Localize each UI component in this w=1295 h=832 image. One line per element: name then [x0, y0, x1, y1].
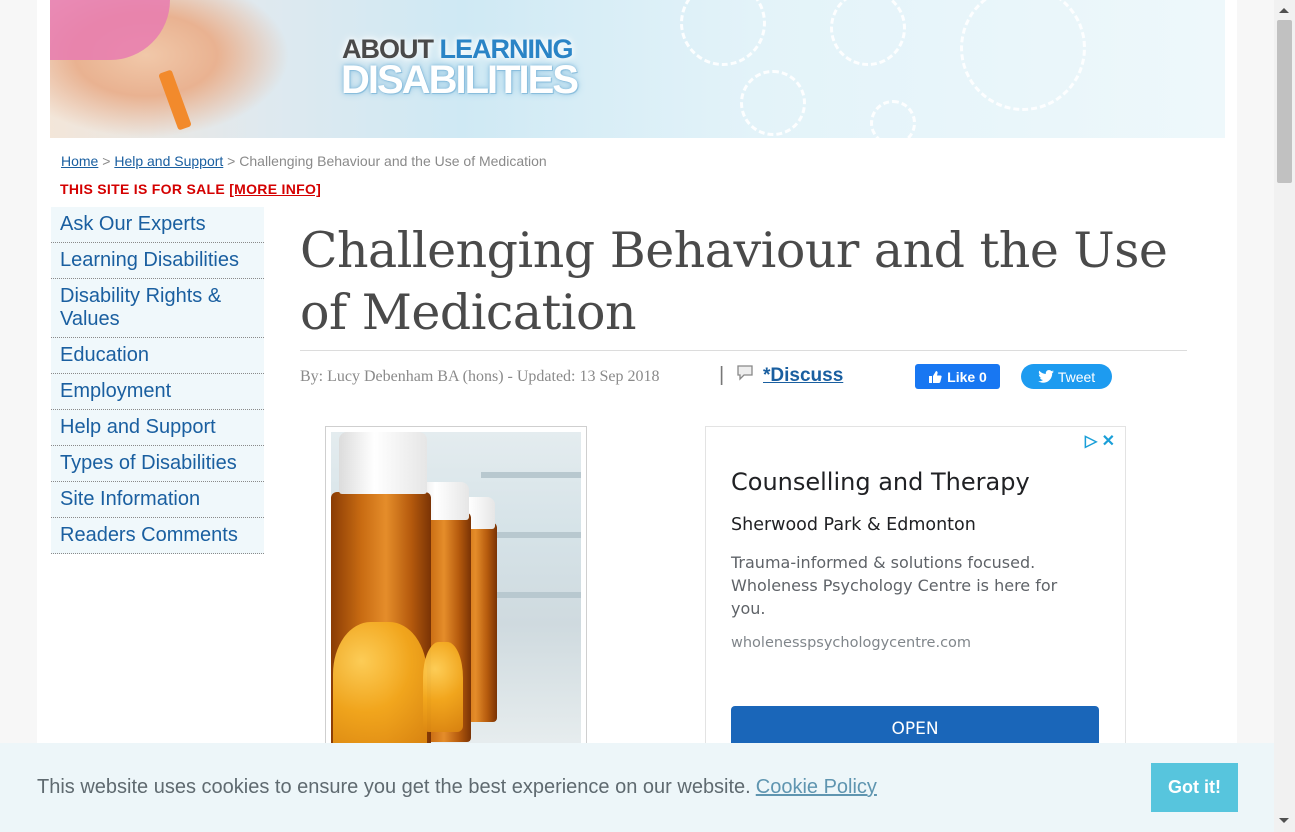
sun-decoration-icon: [740, 70, 806, 136]
site-banner[interactable]: ABOUT LEARNING DISABILITIES: [50, 0, 1225, 138]
left-gutter: [0, 0, 37, 832]
pills-image: [423, 642, 463, 732]
ad-location: Sherwood Park & Edmonton: [731, 515, 976, 535]
ad-title[interactable]: Counselling and Therapy: [731, 468, 1030, 496]
sun-decoration-icon: [680, 0, 766, 66]
byline-separator: |: [719, 364, 725, 386]
sidebar-item-types-of-disabilities[interactable]: Types of Disabilities: [51, 446, 264, 482]
breadcrumb-help-link[interactable]: Help and Support: [114, 153, 223, 169]
shelf-decoration: [481, 472, 581, 478]
sidebar-item-readers-comments[interactable]: Readers Comments: [51, 518, 264, 554]
cookie-policy-link[interactable]: Cookie Policy: [756, 776, 877, 798]
right-gutter: [1237, 0, 1274, 832]
more-info-link[interactable]: [MORE INFO]: [229, 181, 321, 197]
sun-decoration-icon: [960, 0, 1086, 111]
title-divider: [300, 350, 1187, 351]
breadcrumb-current: Challenging Behaviour and the Use of Med…: [239, 153, 547, 169]
scroll-down-icon[interactable]: [1279, 818, 1289, 823]
sidebar-item-learning-disabilities[interactable]: Learning Disabilities: [51, 243, 264, 279]
thumbs-up-icon: [929, 370, 942, 383]
bottle-cap-image: [339, 432, 427, 494]
pills-image: [333, 622, 427, 752]
scrollbar[interactable]: [1274, 0, 1295, 832]
sidebar-item-education[interactable]: Education: [51, 338, 264, 374]
sun-decoration-icon: [870, 100, 916, 138]
ad-description: Trauma-informed & solutions focused. Who…: [731, 553, 1058, 618]
ad-card[interactable]: ▷ ✕ Counselling and Therapy Sherwood Par…: [705, 426, 1126, 788]
cookie-accept-button[interactable]: Got it!: [1151, 763, 1238, 812]
breadcrumb-home-link[interactable]: Home: [61, 153, 98, 169]
page-title: Challenging Behaviour and the Use of Med…: [300, 222, 1168, 341]
scrollbar-thumb[interactable]: [1277, 20, 1292, 183]
sun-decoration-icon: [830, 0, 906, 66]
discuss-link[interactable]: *Discuss: [763, 365, 843, 387]
sidebar-item-help-and-support[interactable]: Help and Support: [51, 410, 264, 446]
site-logo-line2: DISABILITIES: [341, 58, 579, 102]
ad-url[interactable]: wholenesspsychologycentre.com: [731, 635, 971, 651]
site-for-sale-notice: THIS SITE IS FOR SALE [MORE INFO]: [60, 181, 322, 197]
twitter-tweet-button[interactable]: Tweet: [1021, 364, 1112, 389]
facebook-like-button[interactable]: Like 0: [915, 364, 1000, 389]
comment-icon: [737, 365, 753, 381]
sidebar-item-site-information[interactable]: Site Information: [51, 482, 264, 518]
breadcrumb: Home > Help and Support > Challenging Be…: [61, 153, 547, 169]
twitter-bird-icon: [1038, 370, 1054, 383]
cookie-message: This website uses cookies to ensure you …: [37, 776, 877, 798]
sidebar-nav: Ask Our Experts Learning Disabilities Di…: [51, 207, 264, 554]
scroll-up-icon[interactable]: [1279, 8, 1289, 13]
medication-bottles-image: [331, 432, 581, 752]
sidebar-item-employment[interactable]: Employment: [51, 374, 264, 410]
article-image: [325, 426, 587, 758]
sidebar-item-disability-rights[interactable]: Disability Rights & Values: [51, 279, 264, 338]
adchoices-icon[interactable]: ▷ ✕: [1085, 431, 1115, 451]
cookie-banner: This website uses cookies to ensure you …: [0, 743, 1274, 832]
article-byline: By: Lucy Debenham BA (hons) - Updated: 1…: [300, 368, 660, 385]
sidebar-item-ask-our-experts[interactable]: Ask Our Experts: [51, 207, 264, 243]
